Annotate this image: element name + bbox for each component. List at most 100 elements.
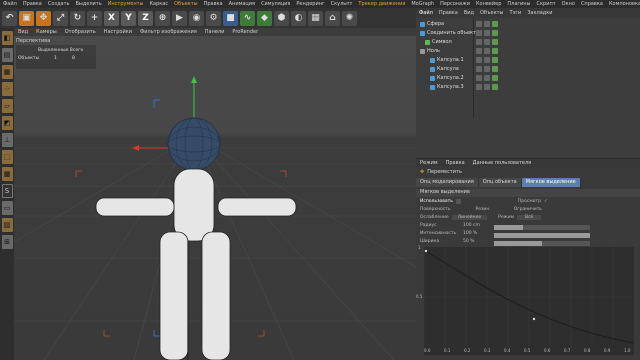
- use-checkbox[interactable]: [455, 199, 461, 204]
- visibility-render-icon[interactable]: [484, 75, 490, 81]
- edges-mode-icon[interactable]: ▱: [1, 99, 13, 113]
- axis-mode-icon[interactable]: ⊥: [1, 133, 13, 147]
- object-manager-menu-item[interactable]: Правка: [436, 10, 461, 16]
- cube-icon[interactable]: ■: [223, 10, 238, 26]
- visibility-editor-icon[interactable]: [476, 57, 482, 63]
- falloff-dropdown[interactable]: Линейное: [451, 215, 488, 220]
- light-icon[interactable]: ✺: [342, 10, 357, 26]
- object-row[interactable]: Капсула: [430, 65, 459, 73]
- visibility-editor-icon[interactable]: [476, 30, 482, 36]
- attribute-menu-item[interactable]: Режим: [416, 160, 442, 166]
- camera-icon[interactable]: ⌂: [325, 10, 340, 26]
- menu-item[interactable]: Создать: [45, 1, 73, 7]
- object-row[interactable]: Капсула.1: [430, 56, 464, 64]
- preview-checkbox[interactable]: ✓: [544, 199, 548, 204]
- add-icon[interactable]: +: [87, 10, 102, 26]
- snap-icon[interactable]: S: [1, 184, 13, 198]
- radius-slider[interactable]: [494, 225, 590, 230]
- attribute-tab[interactable]: Опц моделирования: [416, 178, 479, 187]
- menu-item[interactable]: Плагины: [504, 1, 533, 7]
- menu-item[interactable]: Объекты: [171, 1, 201, 7]
- visibility-render-icon[interactable]: [484, 84, 490, 90]
- menu-item[interactable]: Инструменты: [105, 1, 147, 7]
- menu-item[interactable]: Справка: [578, 1, 606, 7]
- radius-field[interactable]: 100 cm: [463, 223, 493, 228]
- falloff-graph[interactable]: 1 0.5 0.0 0.1 0.2 0.3 0.4 0.5 0.6 0.7 0.8 0.9 1.0: [416, 245, 635, 355]
- uv-mode-icon[interactable]: ▩: [1, 167, 13, 181]
- scale-tool-icon[interactable]: ⤢: [53, 10, 68, 26]
- menu-item[interactable]: Выделить: [72, 1, 104, 7]
- object-manager-menu-item[interactable]: Вид: [461, 10, 477, 16]
- viewport-menu-item[interactable]: Камеры: [32, 29, 61, 35]
- viewport-menu-item[interactable]: Настройки: [100, 29, 136, 35]
- spline-icon[interactable]: ∿: [240, 10, 255, 26]
- menu-item[interactable]: Анимация: [226, 1, 258, 7]
- visibility-editor-icon[interactable]: [476, 39, 482, 45]
- layout-selector[interactable]: Компоновка:Model: [606, 1, 640, 7]
- grid-icon[interactable]: ⊞: [1, 235, 13, 249]
- visibility-render-icon[interactable]: [484, 48, 490, 54]
- visibility-render-icon[interactable]: [484, 21, 490, 27]
- viewport-menu-item[interactable]: Вид: [14, 29, 32, 35]
- menu-item[interactable]: Скульпт: [328, 1, 356, 7]
- enable-icon[interactable]: [492, 48, 498, 54]
- menu-item[interactable]: Рендеринг: [293, 1, 327, 7]
- visibility-editor-icon[interactable]: [476, 21, 482, 27]
- menu-item[interactable]: Правка: [201, 1, 226, 7]
- menu-item[interactable]: Конвейер: [473, 1, 504, 7]
- model-mode-icon[interactable]: ▤: [1, 48, 13, 62]
- visibility-render-icon[interactable]: [484, 57, 490, 63]
- points-mode-icon[interactable]: ⁘: [1, 82, 13, 96]
- coordinate-system-icon[interactable]: ⊕: [155, 10, 170, 26]
- texture-mode-icon[interactable]: ▦: [1, 65, 13, 79]
- attribute-menu-item[interactable]: Правка: [442, 160, 469, 166]
- scene-icon[interactable]: ▦: [308, 10, 323, 26]
- workplane-icon[interactable]: ▭: [1, 201, 13, 215]
- strength-slider[interactable]: [494, 233, 590, 238]
- object-manager-menu-item[interactable]: Объекты: [477, 10, 507, 16]
- select-tool-icon[interactable]: ▣: [19, 10, 34, 26]
- attribute-tab[interactable]: Мягкое выделение: [521, 178, 581, 187]
- rotate-tool-icon[interactable]: ↻: [70, 10, 85, 26]
- lock-workplane-icon[interactable]: ▨: [1, 218, 13, 232]
- attribute-menu-item[interactable]: Данные пользователя: [469, 160, 536, 166]
- menu-item[interactable]: Окно: [559, 1, 578, 7]
- visibility-render-icon[interactable]: [484, 66, 490, 72]
- menu-item[interactable]: Персонажи: [437, 1, 473, 7]
- axis-z-button[interactable]: Z: [138, 10, 153, 26]
- enable-icon[interactable]: [492, 84, 498, 90]
- visibility-editor-icon[interactable]: [476, 75, 482, 81]
- strength-field[interactable]: 100 %: [463, 231, 493, 236]
- tweak-mode-icon[interactable]: ⬚: [1, 150, 13, 164]
- menu-item[interactable]: Симуляция: [258, 1, 293, 7]
- render-view-icon[interactable]: ▶: [172, 10, 187, 26]
- menu-item[interactable]: Каркас: [146, 1, 171, 7]
- object-manager-menu-item[interactable]: Тэги: [507, 10, 525, 16]
- array-icon[interactable]: ⬢: [274, 10, 289, 26]
- menu-item[interactable]: Файл: [0, 1, 20, 7]
- object-row[interactable]: Символ: [425, 38, 452, 46]
- menu-item[interactable]: Скрипт: [534, 1, 559, 7]
- make-editable-icon[interactable]: ◧: [1, 31, 13, 45]
- polygons-mode-icon[interactable]: ◩: [1, 116, 13, 130]
- object-row[interactable]: Капсула.3: [430, 83, 464, 91]
- width-slider[interactable]: [494, 241, 590, 246]
- width-field[interactable]: 50 %: [463, 239, 493, 244]
- enable-icon[interactable]: [492, 66, 498, 72]
- visibility-render-icon[interactable]: [484, 30, 490, 36]
- menu-item[interactable]: Правка: [20, 1, 45, 7]
- viewport-menu-item[interactable]: ProRender: [228, 29, 262, 35]
- menu-item[interactable]: Трекер движения: [355, 1, 408, 7]
- mode-dropdown[interactable]: Всё: [517, 215, 542, 220]
- visibility-editor-icon[interactable]: [476, 84, 482, 90]
- viewport[interactable]: Перспектива Выделенные Всего Объекты 1 8: [14, 36, 416, 360]
- viewport-menu-item[interactable]: Фильтр изображения: [136, 29, 201, 35]
- axis-x-button[interactable]: X: [104, 10, 119, 26]
- visibility-render-icon[interactable]: [484, 39, 490, 45]
- visibility-editor-icon[interactable]: [476, 48, 482, 54]
- enable-icon[interactable]: [492, 57, 498, 63]
- object-row[interactable]: Ноль: [420, 47, 440, 55]
- object-row[interactable]: Сфера: [420, 20, 444, 28]
- render-icon[interactable]: ◉: [189, 10, 204, 26]
- attribute-tab[interactable]: Опц объекта: [478, 178, 522, 187]
